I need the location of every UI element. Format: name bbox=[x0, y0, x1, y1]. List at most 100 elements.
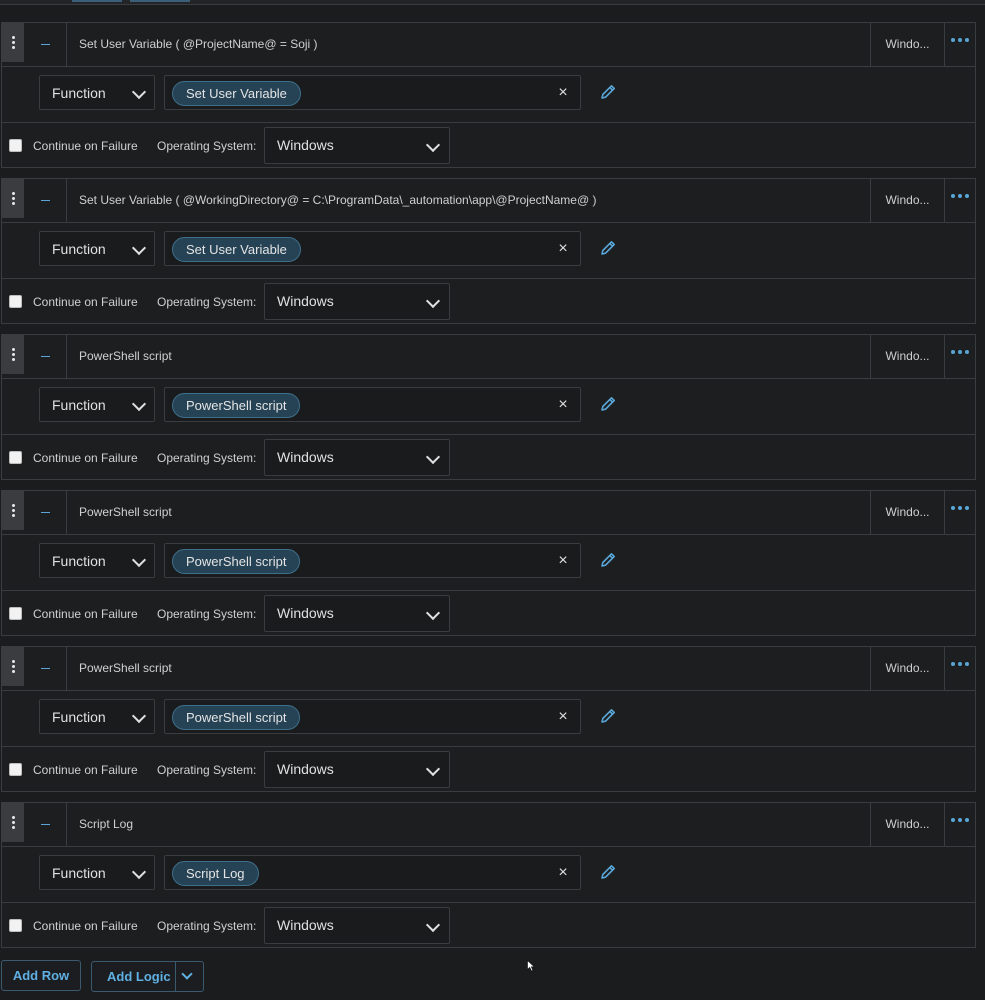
operating-system-select[interactable]: Windows bbox=[264, 907, 450, 944]
minus-icon bbox=[41, 44, 50, 45]
function-type-select[interactable]: Function bbox=[39, 699, 155, 734]
continue-on-failure-checkbox[interactable] bbox=[9, 607, 22, 620]
chevron-down-icon[interactable] bbox=[181, 968, 193, 980]
add-row-button[interactable]: Add Row bbox=[1, 960, 81, 991]
operating-system-select[interactable]: Windows bbox=[264, 595, 450, 632]
step-title: PowerShell script bbox=[79, 349, 172, 363]
continue-on-failure-checkbox[interactable] bbox=[9, 451, 22, 464]
chevron-down-icon bbox=[131, 396, 147, 412]
function-type-select[interactable]: Function bbox=[39, 543, 155, 578]
continue-on-failure-checkbox[interactable] bbox=[9, 139, 22, 152]
function-chip[interactable]: Script Log bbox=[172, 861, 259, 886]
clear-icon[interactable]: × bbox=[553, 394, 573, 416]
tab-indicator[interactable] bbox=[130, 0, 190, 2]
continue-on-failure-checkbox[interactable] bbox=[9, 763, 22, 776]
pencil-icon[interactable] bbox=[597, 549, 619, 571]
clear-icon[interactable]: × bbox=[553, 550, 573, 572]
more-options-icon[interactable] bbox=[948, 503, 972, 513]
function-type-label: Function bbox=[52, 553, 106, 569]
tab-indicator[interactable] bbox=[72, 0, 122, 2]
function-chip[interactable]: PowerShell script bbox=[172, 705, 301, 730]
function-field[interactable]: Script Log × bbox=[164, 855, 581, 890]
function-type-select[interactable]: Function bbox=[39, 231, 155, 266]
more-options-icon[interactable] bbox=[948, 191, 972, 201]
operating-system-value: Windows bbox=[277, 917, 334, 933]
options-row: Continue on Failure Operating System: Wi… bbox=[2, 903, 975, 948]
step-os-column: Windo... bbox=[870, 335, 945, 378]
operating-system-value: Windows bbox=[277, 449, 334, 465]
function-field[interactable]: Set User Variable × bbox=[164, 75, 581, 110]
more-options-icon[interactable] bbox=[948, 815, 972, 825]
pencil-icon[interactable] bbox=[597, 237, 619, 259]
step-os-column: Windo... bbox=[870, 647, 945, 690]
clear-icon[interactable]: × bbox=[553, 706, 573, 728]
collapse-button[interactable] bbox=[25, 647, 67, 690]
chevron-down-icon bbox=[425, 449, 441, 465]
function-type-label: Function bbox=[52, 709, 106, 725]
function-type-select[interactable]: Function bbox=[39, 855, 155, 890]
more-options-icon[interactable] bbox=[948, 347, 972, 357]
more-options-icon[interactable] bbox=[948, 35, 972, 45]
chevron-down-icon bbox=[425, 761, 441, 777]
step-title: Set User Variable ( @WorkingDirectory@ =… bbox=[79, 193, 597, 207]
function-type-select[interactable]: Function bbox=[39, 75, 155, 110]
function-chip[interactable]: Set User Variable bbox=[172, 237, 301, 262]
operating-system-value: Windows bbox=[277, 761, 334, 777]
drag-handle-icon[interactable] bbox=[2, 647, 24, 686]
function-field[interactable]: PowerShell script × bbox=[164, 387, 581, 422]
operating-system-label: Operating System: bbox=[157, 139, 257, 153]
options-row: Continue on Failure Operating System: Wi… bbox=[2, 123, 975, 168]
clear-icon[interactable]: × bbox=[553, 82, 573, 104]
pencil-icon[interactable] bbox=[597, 861, 619, 883]
clear-icon[interactable]: × bbox=[553, 862, 573, 884]
operating-system-select[interactable]: Windows bbox=[264, 439, 450, 476]
operating-system-select[interactable]: Windows bbox=[264, 283, 450, 320]
chevron-down-icon bbox=[425, 137, 441, 153]
minus-icon bbox=[41, 824, 50, 825]
function-field[interactable]: PowerShell script × bbox=[164, 699, 581, 734]
continue-on-failure-checkbox[interactable] bbox=[9, 295, 22, 308]
function-field[interactable]: Set User Variable × bbox=[164, 231, 581, 266]
collapse-button[interactable] bbox=[25, 23, 67, 66]
more-options-icon[interactable] bbox=[948, 659, 972, 669]
function-chip[interactable]: PowerShell script bbox=[172, 549, 301, 574]
function-chip[interactable]: Set User Variable bbox=[172, 81, 301, 106]
pencil-icon[interactable] bbox=[597, 81, 619, 103]
pencil-icon[interactable] bbox=[597, 393, 619, 415]
collapse-button[interactable] bbox=[25, 179, 67, 222]
drag-handle-icon[interactable] bbox=[2, 23, 24, 62]
function-field[interactable]: PowerShell script × bbox=[164, 543, 581, 578]
collapse-button[interactable] bbox=[25, 803, 67, 846]
step-row: PowerShell script Windo... Function Powe… bbox=[1, 646, 976, 792]
operating-system-select[interactable]: Windows bbox=[264, 127, 450, 164]
operating-system-label: Operating System: bbox=[157, 607, 257, 621]
drag-handle-icon[interactable] bbox=[2, 803, 24, 842]
operating-system-value: Windows bbox=[277, 605, 334, 621]
step-row: PowerShell script Windo... Function Powe… bbox=[1, 490, 976, 636]
function-chip[interactable]: PowerShell script bbox=[172, 393, 301, 418]
add-logic-button[interactable]: Add Logic bbox=[91, 961, 204, 992]
collapse-button[interactable] bbox=[25, 491, 67, 534]
clear-icon[interactable]: × bbox=[553, 238, 573, 260]
minus-icon bbox=[41, 512, 50, 513]
drag-handle-icon[interactable] bbox=[2, 179, 24, 218]
drag-handle-icon[interactable] bbox=[2, 491, 24, 530]
operating-system-select[interactable]: Windows bbox=[264, 751, 450, 788]
pencil-icon[interactable] bbox=[597, 705, 619, 727]
function-type-select[interactable]: Function bbox=[39, 387, 155, 422]
chevron-down-icon bbox=[425, 293, 441, 309]
drag-handle-icon[interactable] bbox=[2, 335, 24, 374]
step-row: Set User Variable ( @ProjectName@ = Soji… bbox=[1, 22, 976, 168]
continue-on-failure-checkbox[interactable] bbox=[9, 919, 22, 932]
step-row: PowerShell script Windo... Function Powe… bbox=[1, 334, 976, 480]
function-row: Function PowerShell script × bbox=[2, 378, 975, 435]
operating-system-value: Windows bbox=[277, 137, 334, 153]
step-row: Set User Variable ( @WorkingDirectory@ =… bbox=[1, 178, 976, 324]
chevron-down-icon bbox=[425, 605, 441, 621]
function-type-label: Function bbox=[52, 241, 106, 257]
function-row: Function PowerShell script × bbox=[2, 534, 975, 591]
collapse-button[interactable] bbox=[25, 335, 67, 378]
step-header: Set User Variable ( @WorkingDirectory@ =… bbox=[2, 179, 975, 223]
options-row: Continue on Failure Operating System: Wi… bbox=[2, 279, 975, 324]
continue-on-failure-label: Continue on Failure bbox=[33, 919, 138, 933]
